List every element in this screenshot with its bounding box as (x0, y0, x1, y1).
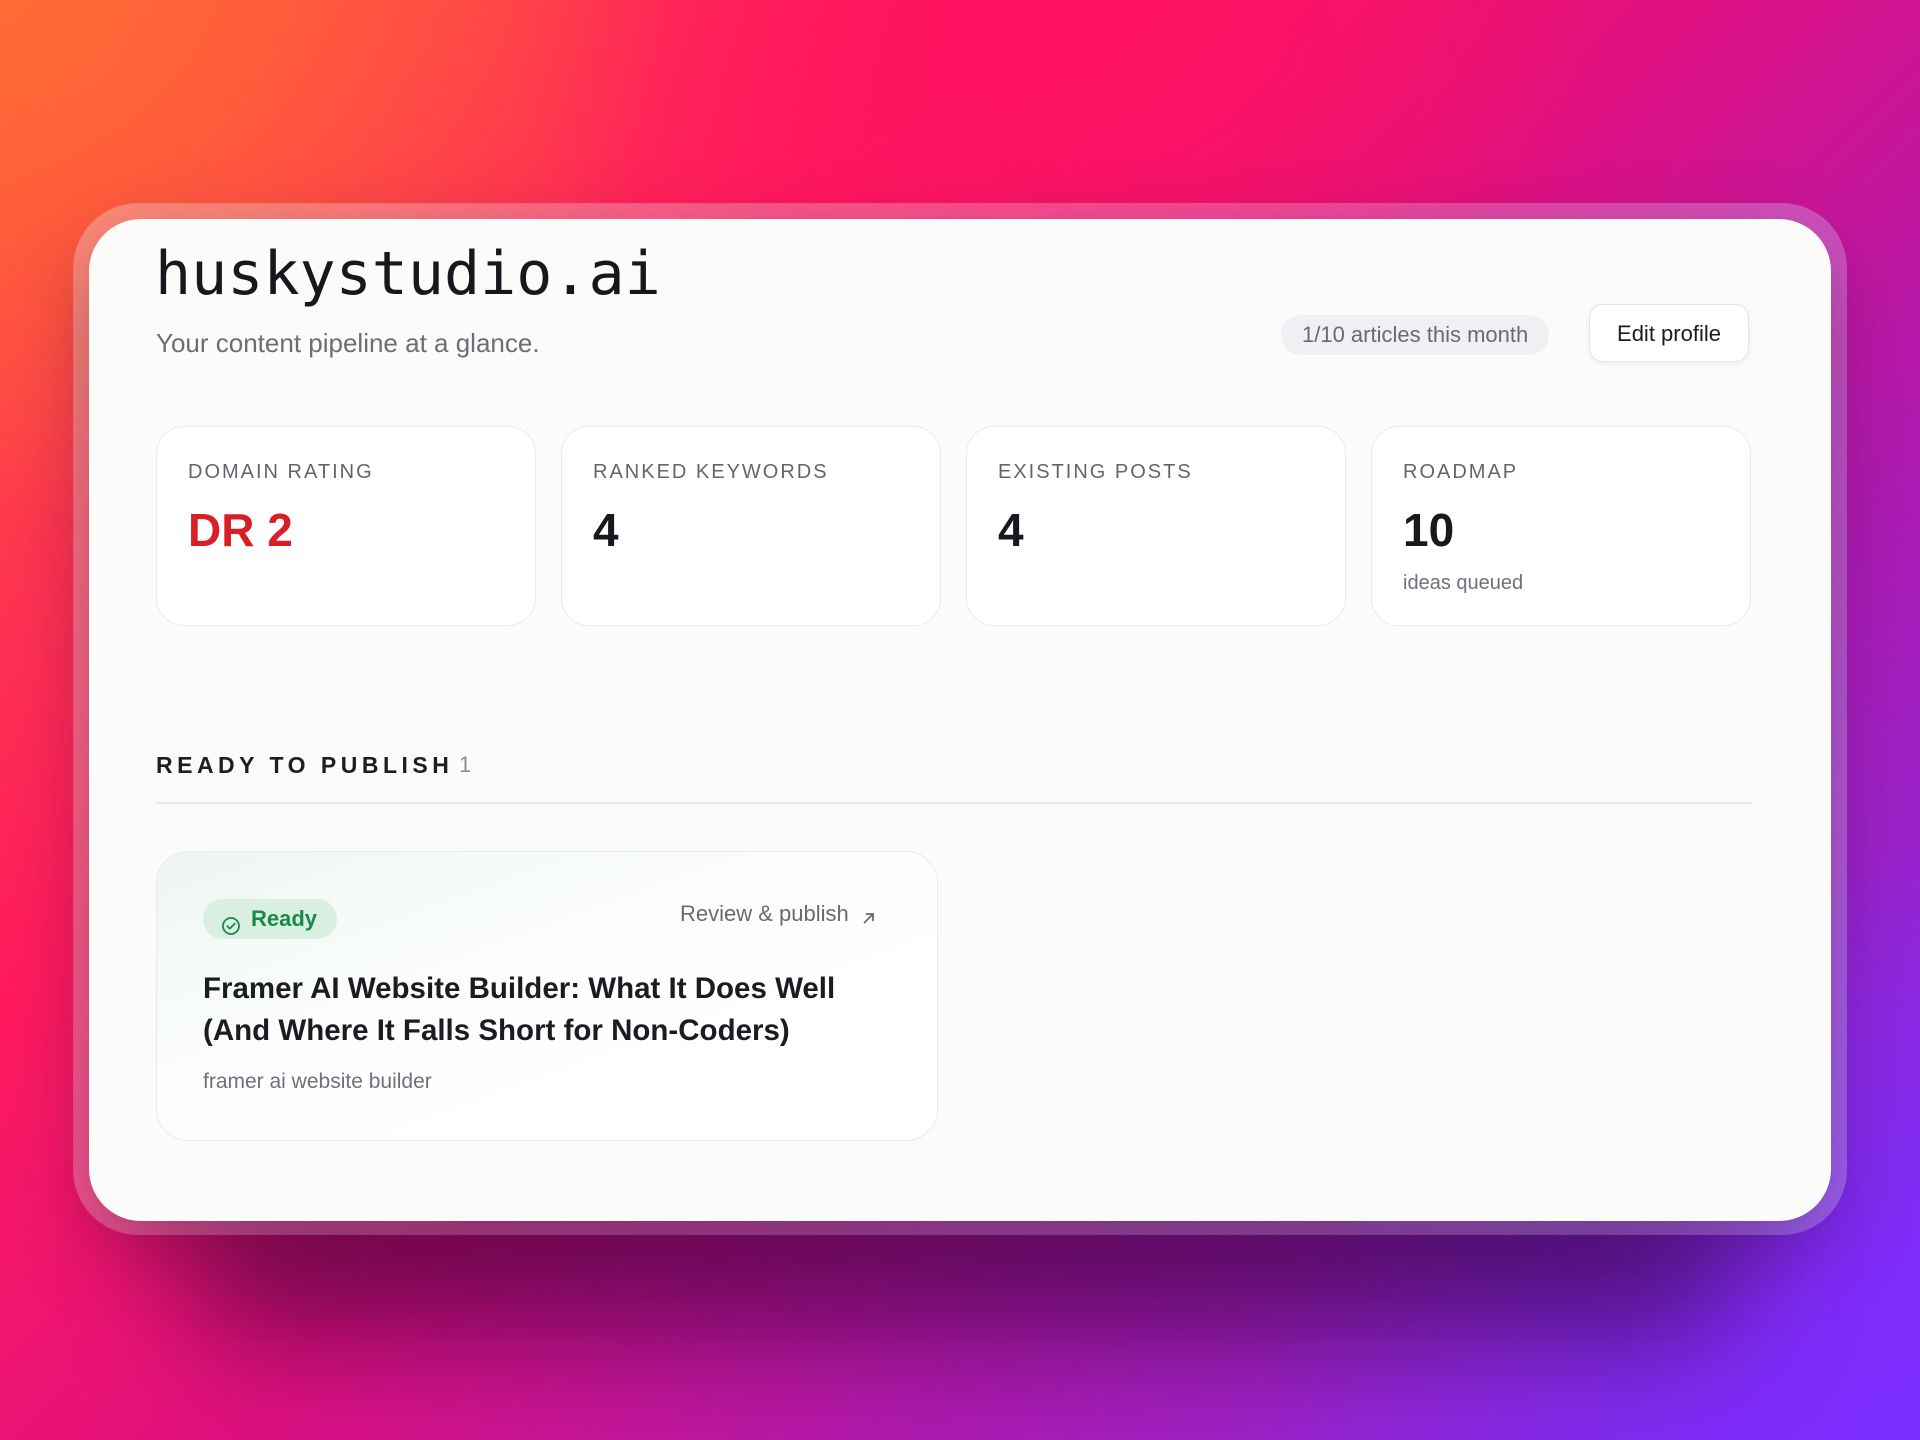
dashboard-card: huskystudio.ai Your content pipeline at … (89, 219, 1831, 1221)
edit-profile-button[interactable]: Edit profile (1589, 304, 1749, 362)
review-publish-label: Review & publish (680, 901, 849, 926)
stat-note: ideas queued (1403, 572, 1524, 594)
status-label: Ready (251, 906, 318, 931)
section-count: 1 (459, 752, 472, 777)
article-card[interactable]: Ready Review & publish Framer AI Website… (156, 851, 938, 1141)
stat-card-roadmap: ROADMAP 10 ideas queued (1371, 426, 1751, 626)
stat-label: EXISTING POSTS (998, 461, 1193, 483)
stat-card-existing-posts: EXISTING POSTS 4 (966, 426, 1346, 626)
stat-label: DOMAIN RATING (188, 461, 374, 483)
status-badge: Ready (203, 899, 338, 939)
stat-label: RANKED KEYWORDS (593, 461, 829, 483)
stat-card-domain-rating: DOMAIN RATING DR 2 (156, 426, 536, 626)
article-title[interactable]: Framer AI Website Builder: What It Does … (203, 968, 903, 1052)
arrow-up-right-icon (861, 906, 877, 924)
site-title: huskystudio.ai (155, 239, 661, 309)
stat-card-ranked-keywords: RANKED KEYWORDS 4 (561, 426, 941, 626)
article-keyword: framer ai website builder (203, 1070, 432, 1093)
section-divider (156, 802, 1753, 804)
section-title: READY TO PUBLISH (156, 752, 454, 778)
stat-value: 4 (593, 504, 619, 556)
usage-badge: 1/10 articles this month (1281, 315, 1550, 355)
review-publish-link[interactable]: Review & publish (680, 901, 877, 927)
stat-label: ROADMAP (1403, 461, 1519, 483)
page-subtitle: Your content pipeline at a glance. (156, 328, 540, 358)
stat-value: DR 2 (188, 504, 293, 556)
stat-value: 10 (1403, 504, 1455, 556)
stat-value: 4 (998, 504, 1024, 556)
check-circle-icon (221, 909, 241, 935)
